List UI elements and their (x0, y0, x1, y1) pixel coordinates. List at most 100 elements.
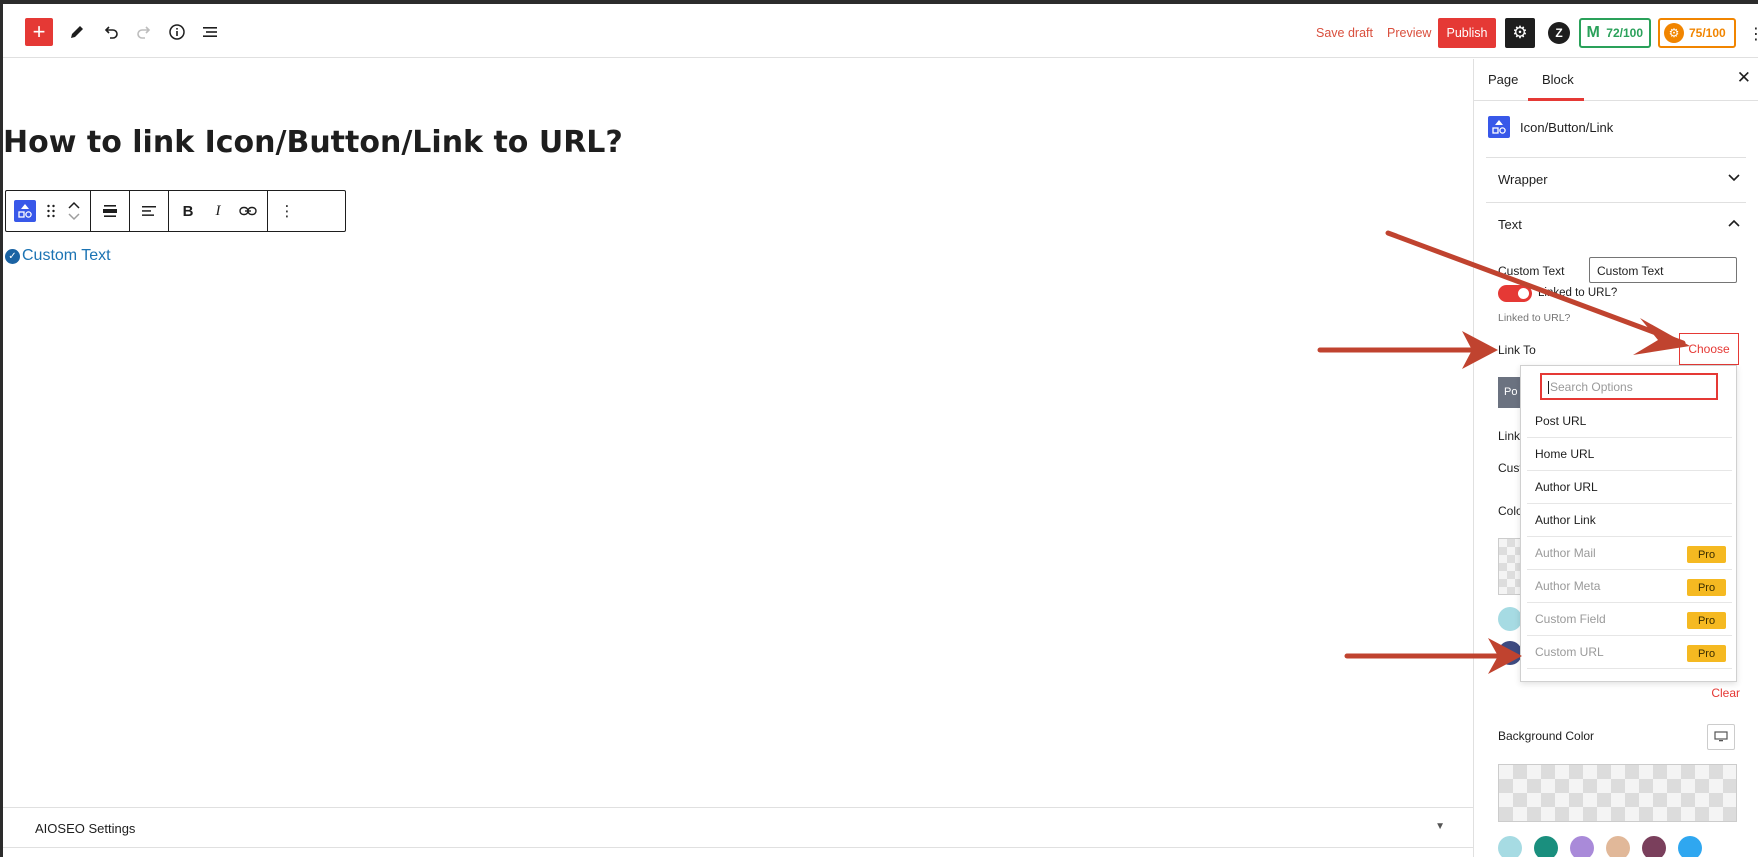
option-label: Author URL (1535, 480, 1598, 494)
aioseo-score-value: 75/100 (1689, 26, 1726, 40)
pen-icon[interactable] (63, 18, 91, 46)
option-item[interactable]: Author Link (1527, 504, 1732, 537)
options-group: ⋮ (268, 191, 306, 231)
options-list: Post URL Home URL Author URL Author Link Aut… (1527, 405, 1732, 669)
option-label: Author Mail (1535, 546, 1596, 560)
option-item[interactable]: Custom URL Pro (1527, 636, 1732, 669)
palette-color-swatch[interactable] (1534, 836, 1558, 857)
link-to-options-dropdown: Search Options Post URL Home URL Author UR… (1520, 365, 1737, 682)
drag-handle-icon[interactable] (40, 196, 62, 226)
add-block-button[interactable]: + (25, 18, 53, 46)
link-icon[interactable] (233, 196, 263, 226)
option-item[interactable]: Author Mail Pro (1527, 537, 1732, 570)
italic-button[interactable]: I (203, 196, 233, 226)
pro-badge: Pro (1687, 579, 1726, 596)
tab-page[interactable]: Page (1488, 72, 1518, 87)
divider (1486, 202, 1746, 203)
palette-color-swatch[interactable] (1642, 836, 1666, 857)
pro-badge: Pro (1687, 546, 1726, 563)
more-menu-icon[interactable]: ⋮ (1748, 24, 1758, 44)
choose-button[interactable]: Choose (1679, 333, 1739, 365)
block-type-icon[interactable] (10, 196, 40, 226)
more-options-icon[interactable]: ⋮ (272, 196, 302, 226)
info-icon[interactable] (163, 18, 191, 46)
clear-link[interactable]: Clear (1711, 686, 1740, 700)
color-swatch[interactable] (1498, 607, 1522, 631)
align-wide-icon[interactable] (95, 196, 125, 226)
undo-icon[interactable] (97, 18, 125, 46)
publish-button[interactable]: Publish (1438, 18, 1496, 48)
chevron-down-icon[interactable] (1728, 173, 1740, 185)
icon-button-link-block[interactable]: ✓ Custom Text (5, 247, 111, 265)
color-swatch[interactable] (1498, 641, 1522, 665)
sidebar-tabs: Page Block ✕ (1474, 59, 1758, 101)
link-to-label: Link To (1498, 343, 1536, 357)
custom-label-partial: Cust (1498, 461, 1523, 475)
background-color-label: Background Color (1498, 729, 1595, 743)
block-card: Icon/Button/Link (1488, 116, 1613, 138)
custom-text-link[interactable]: Custom Text (22, 247, 111, 265)
option-item[interactable]: Author URL (1527, 471, 1732, 504)
palette-color-swatch[interactable] (1570, 836, 1594, 857)
option-label: Home URL (1535, 447, 1595, 461)
linked-to-url-label: Linked to URL? (1538, 287, 1618, 299)
block-type-icon (1488, 116, 1510, 138)
close-icon[interactable]: ✕ (1737, 68, 1751, 88)
desktop-device-icon[interactable] (1707, 724, 1735, 750)
search-options-input[interactable]: Search Options (1540, 373, 1718, 400)
active-tab-indicator (1528, 98, 1584, 101)
chevron-up-icon[interactable] (1728, 218, 1740, 230)
option-item[interactable]: Author Meta Pro (1527, 570, 1732, 603)
redo-icon[interactable] (130, 18, 158, 46)
list-view-icon[interactable] (196, 18, 224, 46)
tab-block[interactable]: Block (1542, 72, 1574, 87)
pro-badge: Pro (1687, 645, 1726, 662)
pro-badge: Pro (1687, 612, 1726, 629)
seo-score-badge[interactable]: M 72/100 (1579, 18, 1651, 48)
option-item[interactable]: Home URL (1527, 438, 1732, 471)
preview-button[interactable]: Preview (1387, 26, 1431, 40)
aioseo-settings-panel[interactable]: AIOSEO Settings ▼ (3, 807, 1473, 848)
linked-to-url-toggle[interactable] (1498, 285, 1532, 302)
background-color-preview[interactable] (1498, 764, 1737, 822)
block-mover-group (6, 191, 91, 231)
aioseo-gear-icon: ⚙ (1664, 23, 1684, 43)
aioseo-score-badge[interactable]: ⚙ 75/100 (1658, 18, 1736, 48)
move-down-icon[interactable] (68, 213, 80, 221)
option-label: Post URL (1535, 414, 1587, 428)
divider (1486, 157, 1746, 158)
custom-text-label: Custom Text (1498, 264, 1565, 278)
align-group (91, 191, 130, 231)
section-text[interactable]: Text (1498, 217, 1522, 232)
block-title: Icon/Button/Link (1520, 119, 1614, 135)
editor-top-toolbar: + Save draft Preview Publish ⚙ Z M 72/10… (3, 4, 1758, 58)
palette-color-swatch[interactable] (1606, 836, 1630, 857)
section-wrapper[interactable]: Wrapper (1498, 172, 1548, 187)
seo-score-value: 72/100 (1606, 26, 1643, 40)
bold-button[interactable]: B (173, 196, 203, 226)
custom-text-field[interactable]: Custom Text (1589, 257, 1737, 283)
settings-gear-icon[interactable]: ⚙ (1505, 18, 1535, 48)
option-label: Author Meta (1535, 579, 1601, 593)
move-up-icon[interactable] (68, 201, 80, 209)
page-title[interactable]: How to link Icon/Button/Link to URL? (3, 125, 623, 160)
text-align-left-icon[interactable] (134, 196, 164, 226)
option-label: Custom Field (1535, 612, 1606, 626)
seo-m-icon: M (1586, 24, 1600, 41)
linked-to-url-help: Linked to URL? (1498, 312, 1571, 324)
text-align-group (130, 191, 169, 231)
color-label-partial: Colo (1498, 504, 1523, 518)
option-label: Author Link (1535, 513, 1596, 527)
editor-canvas: How to link Icon/Button/Link to URL? B I… (3, 59, 1473, 857)
block-toolbar: B I ⋮ (5, 190, 346, 232)
color-palette (1498, 836, 1702, 857)
aioseo-settings-label: AIOSEO Settings (35, 821, 136, 836)
palette-color-swatch[interactable] (1678, 836, 1702, 857)
option-item[interactable]: Custom Field Pro (1527, 603, 1732, 636)
format-group: B I (169, 191, 268, 231)
palette-color-swatch[interactable] (1498, 836, 1522, 857)
plugin-z-icon[interactable]: Z (1548, 22, 1570, 44)
option-item[interactable]: Post URL (1527, 405, 1732, 438)
save-draft-button[interactable]: Save draft (1316, 26, 1373, 40)
caret-down-icon[interactable]: ▼ (1435, 821, 1445, 832)
